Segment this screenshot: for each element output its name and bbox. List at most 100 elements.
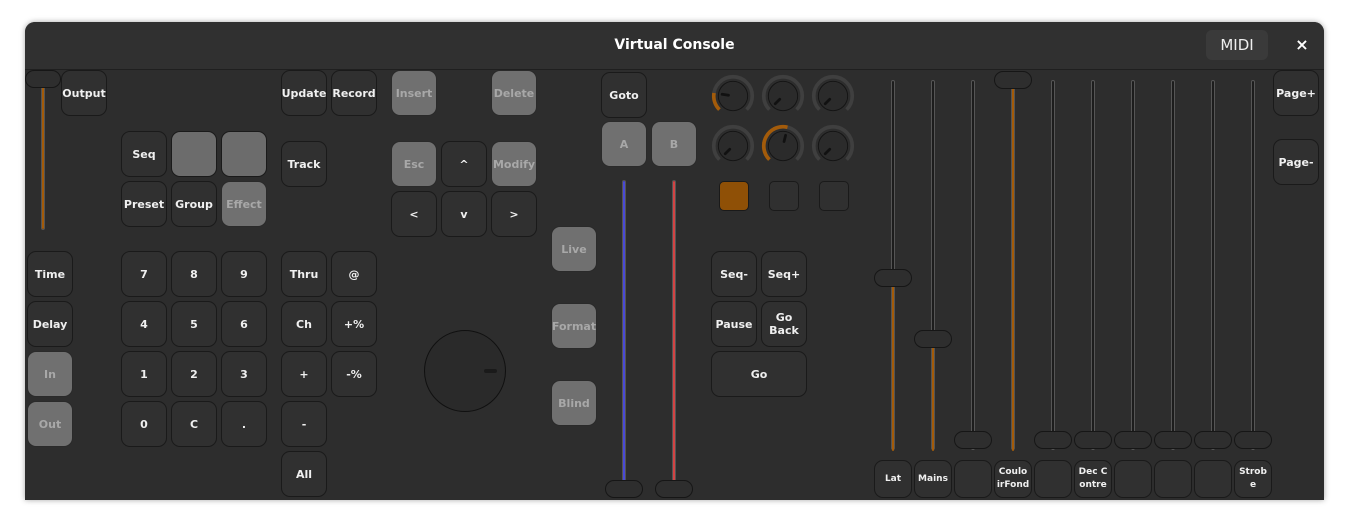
update-button[interactable]: Update: [281, 70, 327, 116]
live-button[interactable]: Live: [551, 226, 597, 272]
fader-fill: [1012, 81, 1014, 451]
knob-body: [767, 80, 799, 112]
at-button[interactable]: @: [331, 251, 377, 297]
modify-button[interactable]: Modify: [491, 141, 537, 187]
fader-button[interactable]: [1114, 460, 1152, 498]
plus-percent-button[interactable]: +%: [331, 301, 377, 347]
knob-4[interactable]: [711, 124, 755, 168]
seq-minus-button[interactable]: Seq-: [711, 251, 757, 297]
fader-handle[interactable]: [1034, 431, 1072, 449]
fader-handle[interactable]: [874, 269, 912, 287]
knob-body: [817, 80, 849, 112]
flash-button-1[interactable]: [719, 181, 749, 211]
seq-plus-button[interactable]: Seq+: [761, 251, 807, 297]
blank-button-2[interactable]: [221, 131, 267, 177]
page-minus-button[interactable]: Page-: [1273, 139, 1319, 185]
output-fader-fill: [42, 85, 44, 229]
fader-handle[interactable]: [1194, 431, 1232, 449]
fader-handle[interactable]: [994, 71, 1032, 89]
fader-handle[interactable]: [914, 330, 952, 349]
fader-button[interactable]: [954, 460, 992, 498]
key-5[interactable]: 5: [171, 301, 217, 347]
fader-track: [1211, 80, 1215, 450]
knob-5[interactable]: [761, 124, 805, 168]
knob-3[interactable]: [811, 74, 855, 118]
goto-button[interactable]: Goto: [601, 72, 647, 118]
left-arrow-button[interactable]: <: [391, 191, 437, 237]
all-button[interactable]: All: [281, 451, 327, 497]
out-button[interactable]: Out: [27, 401, 73, 447]
crossfade-a-button[interactable]: A: [601, 121, 647, 167]
minus-button[interactable]: -: [281, 401, 327, 447]
knob-6[interactable]: [811, 124, 855, 168]
channel-button[interactable]: Ch: [281, 301, 327, 347]
level-wheel[interactable]: [424, 330, 506, 412]
fader-button[interactable]: [1194, 460, 1232, 498]
flash-button-3[interactable]: [819, 181, 849, 211]
format-button[interactable]: Format: [551, 303, 597, 349]
up-arrow-button[interactable]: ^: [441, 141, 487, 187]
fader-handle[interactable]: [954, 431, 992, 449]
fader-button[interactable]: [1034, 460, 1072, 498]
fader-track: [931, 80, 935, 451]
in-button[interactable]: In: [27, 351, 73, 397]
blank-button-1[interactable]: [171, 131, 217, 177]
crossfade-a-handle[interactable]: [605, 480, 643, 498]
crossfade-b-track: [672, 180, 676, 490]
right-arrow-button[interactable]: >: [491, 191, 537, 237]
record-button[interactable]: Record: [331, 70, 377, 116]
key-8[interactable]: 8: [171, 251, 217, 297]
go-back-button[interactable]: Go Back: [761, 301, 807, 347]
key-clear[interactable]: C: [171, 401, 217, 447]
down-arrow-button[interactable]: v: [441, 191, 487, 237]
fader-handle[interactable]: [1234, 431, 1272, 449]
fader-button[interactable]: Dec Contre: [1074, 460, 1112, 498]
fader-button[interactable]: Mains: [914, 460, 952, 498]
output-button[interactable]: Output: [61, 70, 107, 116]
key-7[interactable]: 7: [121, 251, 167, 297]
flash-button-2[interactable]: [769, 181, 799, 211]
key-6[interactable]: 6: [221, 301, 267, 347]
insert-button[interactable]: Insert: [391, 70, 437, 116]
key-3[interactable]: 3: [221, 351, 267, 397]
knob-2[interactable]: [761, 74, 805, 118]
knob-1[interactable]: [711, 74, 755, 118]
midi-button[interactable]: MIDI: [1206, 30, 1268, 60]
seq-button[interactable]: Seq: [121, 131, 167, 177]
fader-button[interactable]: Coulo irFond: [994, 460, 1032, 498]
close-button[interactable]: ×: [1287, 30, 1317, 60]
delete-button[interactable]: Delete: [491, 70, 537, 116]
minus-percent-button[interactable]: -%: [331, 351, 377, 397]
plus-button[interactable]: +: [281, 351, 327, 397]
level-wheel-marker: [484, 369, 497, 373]
output-fader-handle[interactable]: [25, 70, 61, 88]
pause-button[interactable]: Pause: [711, 301, 757, 347]
key-9[interactable]: 9: [221, 251, 267, 297]
thru-button[interactable]: Thru: [281, 251, 327, 297]
go-button[interactable]: Go: [711, 351, 807, 397]
fader-button[interactable]: Strob e: [1234, 460, 1272, 498]
crossfade-b-handle[interactable]: [655, 480, 693, 498]
esc-button[interactable]: Esc: [391, 141, 437, 187]
key-dot[interactable]: .: [221, 401, 267, 447]
key-1[interactable]: 1: [121, 351, 167, 397]
key-0[interactable]: 0: [121, 401, 167, 447]
virtual-console-window: Virtual Console MIDI × Output Seq Preset…: [25, 22, 1324, 500]
time-button[interactable]: Time: [27, 251, 73, 297]
fader-handle[interactable]: [1074, 431, 1112, 449]
key-2[interactable]: 2: [171, 351, 217, 397]
preset-button[interactable]: Preset: [121, 181, 167, 227]
group-button[interactable]: Group: [171, 181, 217, 227]
key-4[interactable]: 4: [121, 301, 167, 347]
crossfade-b-button[interactable]: B: [651, 121, 697, 167]
effect-button[interactable]: Effect: [221, 181, 267, 227]
fader-handle[interactable]: [1114, 431, 1152, 449]
fader-button[interactable]: Lat: [874, 460, 912, 498]
fader-handle[interactable]: [1154, 431, 1192, 449]
output-fader-track: [41, 84, 45, 230]
track-button[interactable]: Track: [281, 141, 327, 187]
blind-button[interactable]: Blind: [551, 380, 597, 426]
fader-button[interactable]: [1154, 460, 1192, 498]
page-plus-button[interactable]: Page+: [1273, 70, 1319, 116]
delay-button[interactable]: Delay: [27, 301, 73, 347]
